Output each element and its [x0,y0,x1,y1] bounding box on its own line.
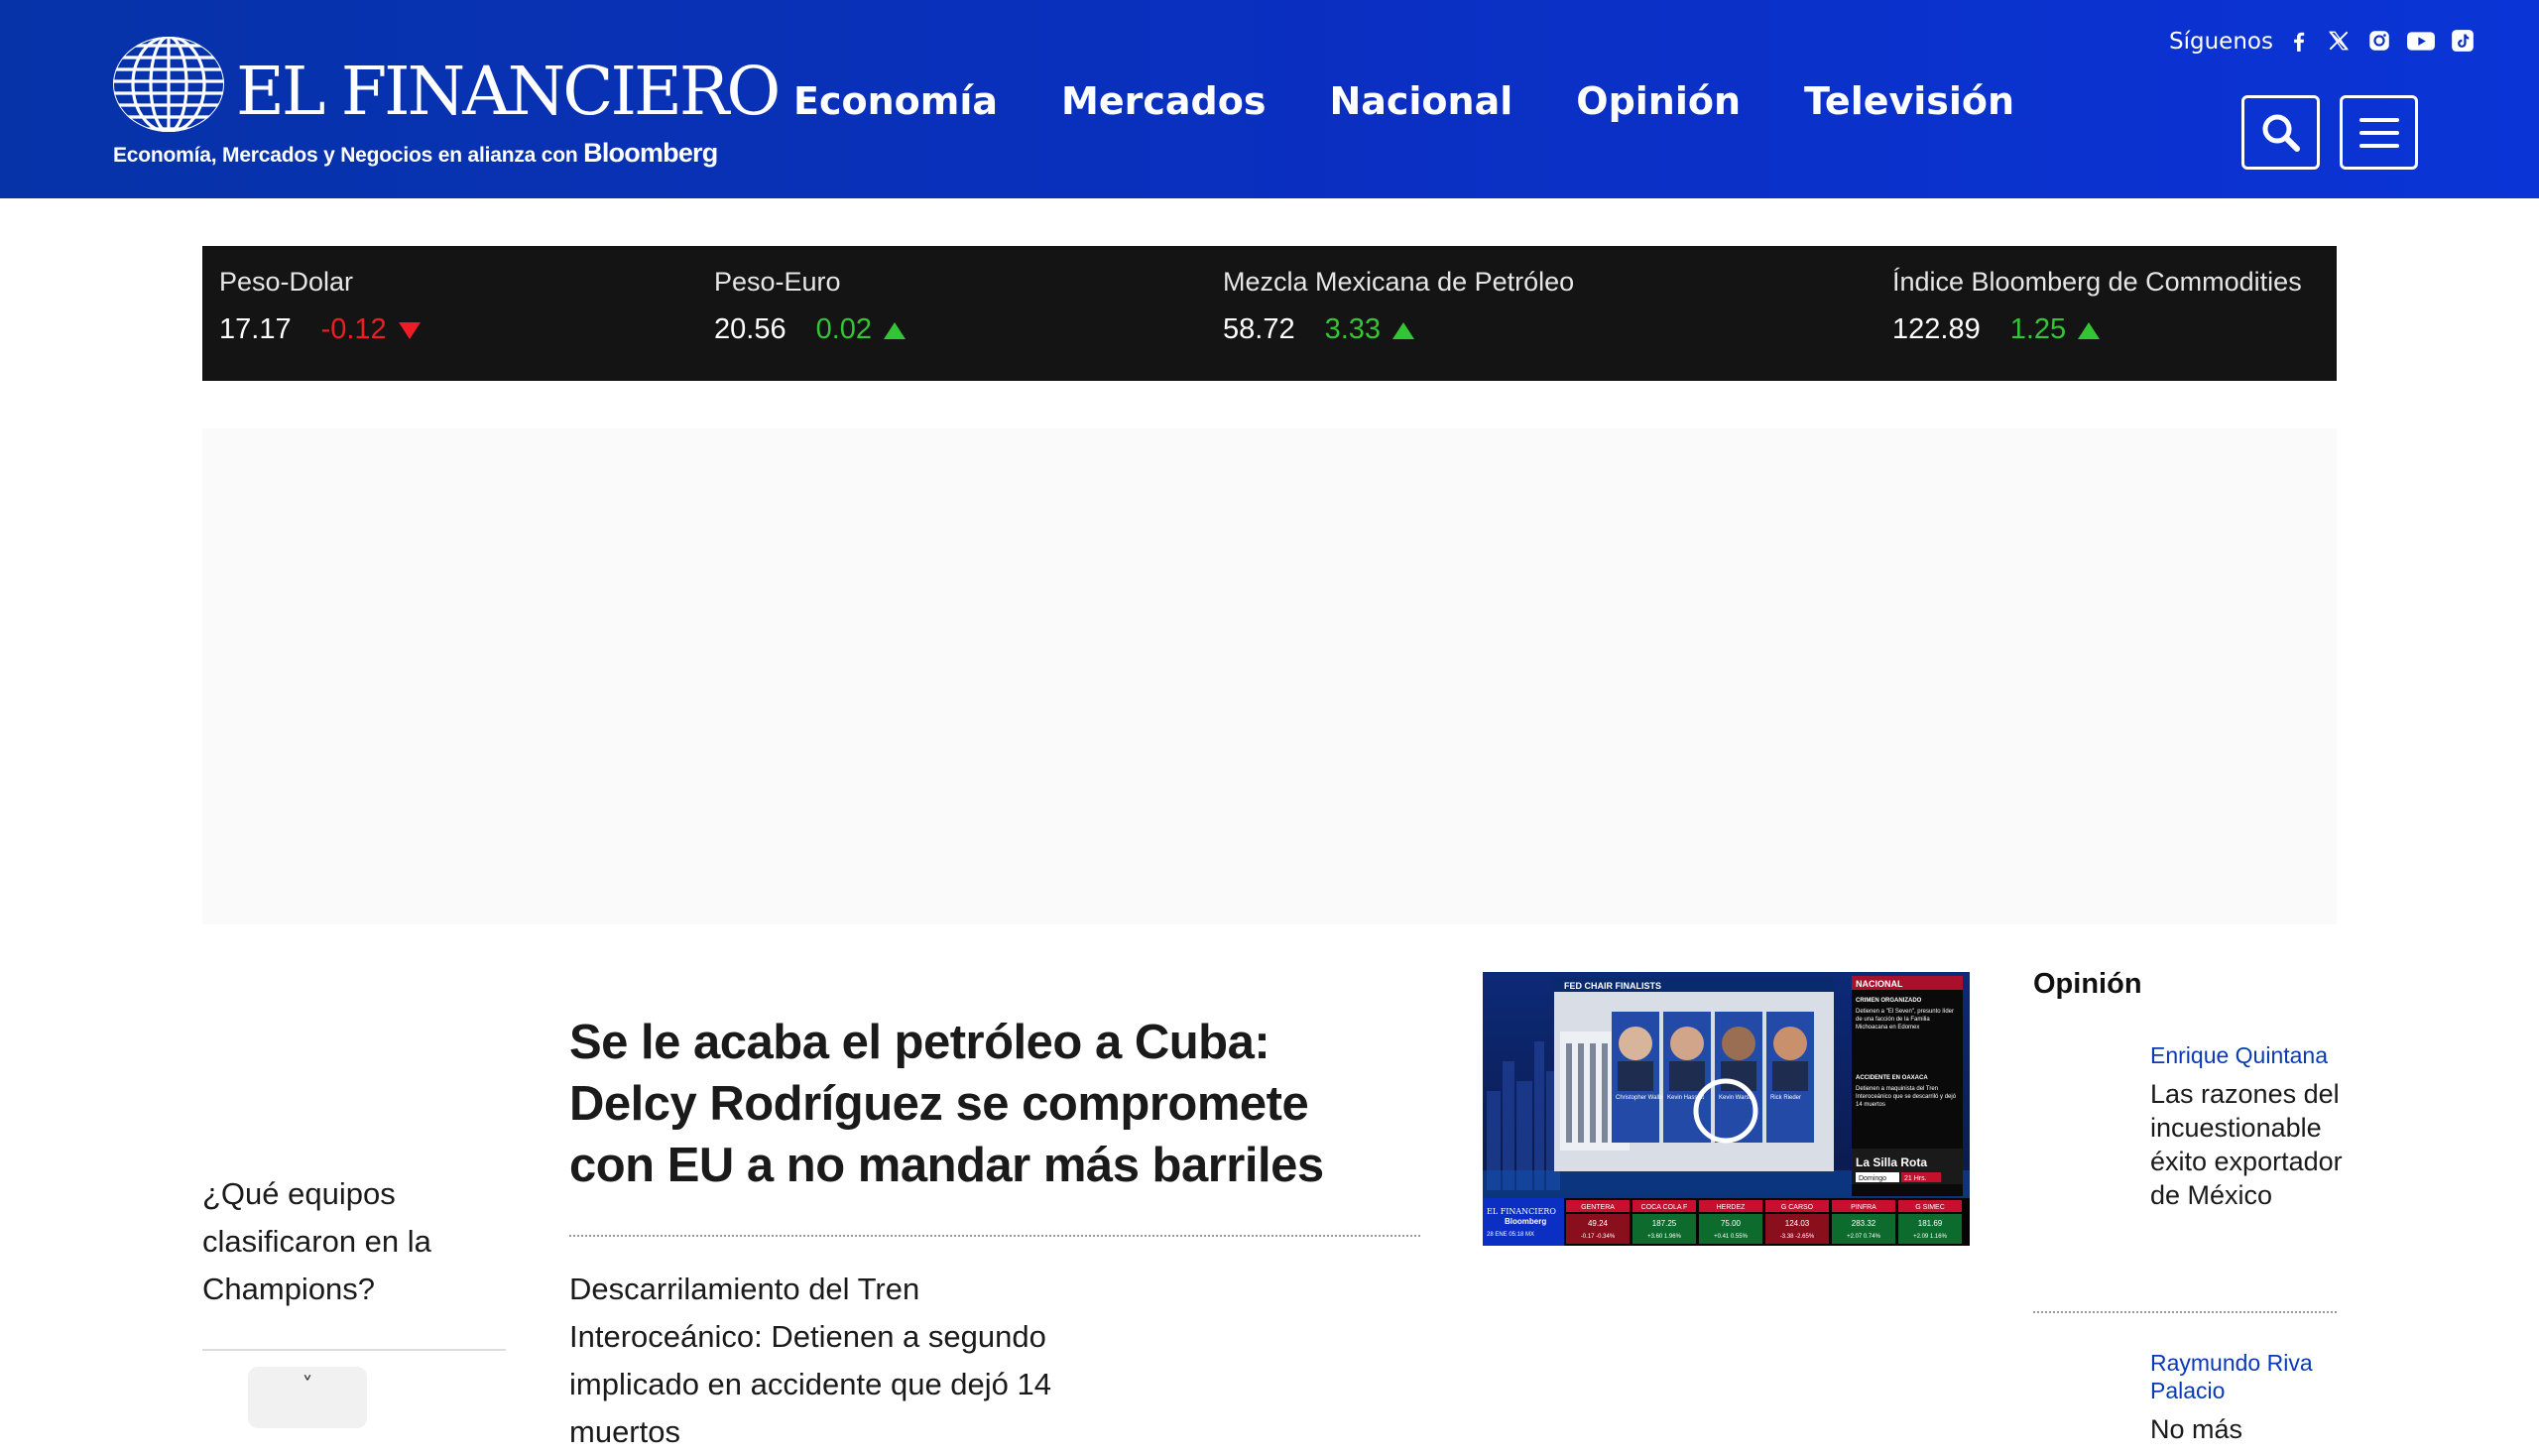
tv-promo-time: 21 Hrs. [1904,1175,1927,1182]
follow-label: Síguenos [2169,29,2273,55]
opinion-heading: Opinión [2033,968,2142,1000]
tv-person-name: Kevin Warsh [1719,1095,1753,1101]
tv-stock-price: 187.25 [1652,1219,1677,1228]
ticker-change: 1.25 [2009,313,2067,345]
tv-promo-day: Domingo [1859,1175,1886,1182]
tagline-text: Economía, Mercados y Negocios en alianza… [113,144,578,167]
tv-stock-change: +3.60 1.96% [1647,1234,1682,1240]
tv-stock-name: COCA COLA F [1641,1204,1688,1211]
tv-stock-price: 181.69 [1918,1219,1943,1228]
expand-toggle-button[interactable]: ˅ [248,1367,367,1428]
nav-economia[interactable]: Economía [793,75,998,127]
opinion-title[interactable]: No más [2150,1412,2349,1446]
instagram-icon[interactable] [2366,28,2392,54]
ticker-change: -0.12 [320,313,387,345]
tiktok-icon[interactable] [2450,28,2476,54]
x-icon[interactable] [2326,28,2352,54]
ticker-change: 3.33 [1324,313,1382,345]
up-arrow-icon [1392,321,1415,339]
down-arrow-icon [398,321,421,339]
ticker-item[interactable]: Mezcla Mexicana de Petróleo 58.72 3.33 [1223,263,1574,348]
tv-logo: EL FINANCIERO [1487,1207,1556,1216]
main-headline[interactable]: Se le acaba el petróleo a Cuba: Delcy Ro… [569,1012,1373,1196]
search-button[interactable] [2241,95,2320,170]
brand-wordmark[interactable]: EL FINANCIERO [236,52,781,131]
search-icon [2262,114,2300,152]
ticker-item[interactable]: Índice Bloomberg de Commodities 122.89 1.… [1892,263,2302,348]
tv-stock-change: -0.17 -0.34% [1581,1234,1616,1240]
tv-panel-text: Detienen a maquinista del Tren Interoceá… [1856,1086,1957,1108]
divider [569,1235,1420,1237]
ticker-value: 122.89 [1892,313,1981,345]
nav-opinion[interactable]: Opinión [1576,75,1741,127]
side-story-link[interactable]: ¿Qué equipos clasificaron en la Champion… [202,1170,500,1313]
tv-stock-price: 75.00 [1721,1219,1742,1228]
tv-stock-name: G CARSO [1781,1204,1814,1211]
nav-mercados[interactable]: Mercados [1061,75,1266,127]
divider [2033,1311,2337,1313]
tv-time: 28 ENE 05:18 MX [1487,1232,1534,1238]
up-arrow-icon [884,321,907,339]
tv-stock-name: G SIMEC [1915,1204,1945,1211]
ticker-name: Peso-Dolar [219,267,354,297]
tv-promo: La Silla Rota [1856,1155,1927,1169]
nav-television[interactable]: Televisión [1804,75,2014,127]
tv-panel-subtitle: CRIMEN ORGANIZADO [1856,998,1922,1004]
ticker-item[interactable]: Peso-Dolar 17.17 -0.12 [219,263,421,348]
secondary-story-link[interactable]: Descarrilamiento del Tren Interoceánico:… [569,1266,1105,1456]
tv-stock-price: 283.32 [1852,1219,1876,1228]
main-nav: Economía Mercados Nacional Opinión Telev… [793,75,2078,127]
tv-stock-change: +2.07 0.74% [1847,1234,1881,1240]
tv-video-thumbnail[interactable]: FED CHAIR FINALISTS Christopher Waller K… [1483,972,1970,1246]
ad-slot [202,428,2337,924]
ticker-value: 58.72 [1223,313,1295,345]
tv-stock-change: -3.38 -2.65% [1780,1234,1815,1240]
chevron-down-icon: ˅ [302,1374,313,1398]
opinion-title[interactable]: Las razones del incuestionable éxito exp… [2150,1077,2349,1212]
tv-panel-text: Detienen a "El Seven", presunto líder de… [1856,1009,1954,1031]
tv-stock-change: +2.09 1.16% [1913,1234,1948,1240]
menu-icon [2358,117,2399,148]
ticker-name: Peso-Euro [714,267,841,297]
market-ticker: Peso-Dolar 17.17 -0.12 Peso-Euro 20.56 0.0… [202,246,2337,381]
tv-person-name: Christopher Waller [1616,1095,1664,1101]
tv-banner: FED CHAIR FINALISTS [1564,981,1661,991]
brand-tagline: Economía, Mercados y Negocios en alianza… [113,138,718,169]
youtube-icon[interactable] [2406,28,2436,54]
tv-stock-name: HERDEZ [1717,1204,1747,1211]
tv-stock-name: GENTERA [1581,1204,1615,1211]
tv-logo-sub: Bloomberg [1505,1217,1546,1226]
ticker-value: 20.56 [714,313,786,345]
bloomberg-logo: Bloomberg [583,138,718,168]
ticker-item[interactable]: Peso-Euro 20.56 0.02 [714,263,907,348]
ticker-value: 17.17 [219,313,292,345]
opinion-author[interactable]: Raymundo Riva Palacio [2150,1349,2349,1404]
ticker-name: Mezcla Mexicana de Petróleo [1223,267,1575,297]
tv-stock-price: 124.03 [1785,1219,1810,1228]
ticker-change: 0.02 [815,313,873,345]
menu-button[interactable] [2340,95,2418,170]
tv-person-name: Rick Rieder [1770,1095,1801,1101]
tv-panel-title: NACIONAL [1856,979,1903,989]
tv-stock-price: 49.24 [1588,1219,1609,1228]
opinion-author[interactable]: Enrique Quintana [2150,1041,2349,1069]
tv-stock-change: +0.41 0.55% [1714,1234,1749,1240]
tv-stock-name: PINFRA [1851,1204,1876,1211]
facebook-icon[interactable] [2286,28,2312,54]
divider [202,1349,506,1351]
up-arrow-icon [2078,321,2101,339]
tv-panel-subtitle: ACCIDENTE EN OAXACA [1856,1075,1928,1081]
nav-nacional[interactable]: Nacional [1329,75,1512,127]
site-header: EL FINANCIERO Economía, Mercados y Negoc… [0,0,2539,198]
globe-logo-icon[interactable] [111,36,226,133]
ticker-name: Índice Bloomberg de Commodities [1892,267,2302,297]
